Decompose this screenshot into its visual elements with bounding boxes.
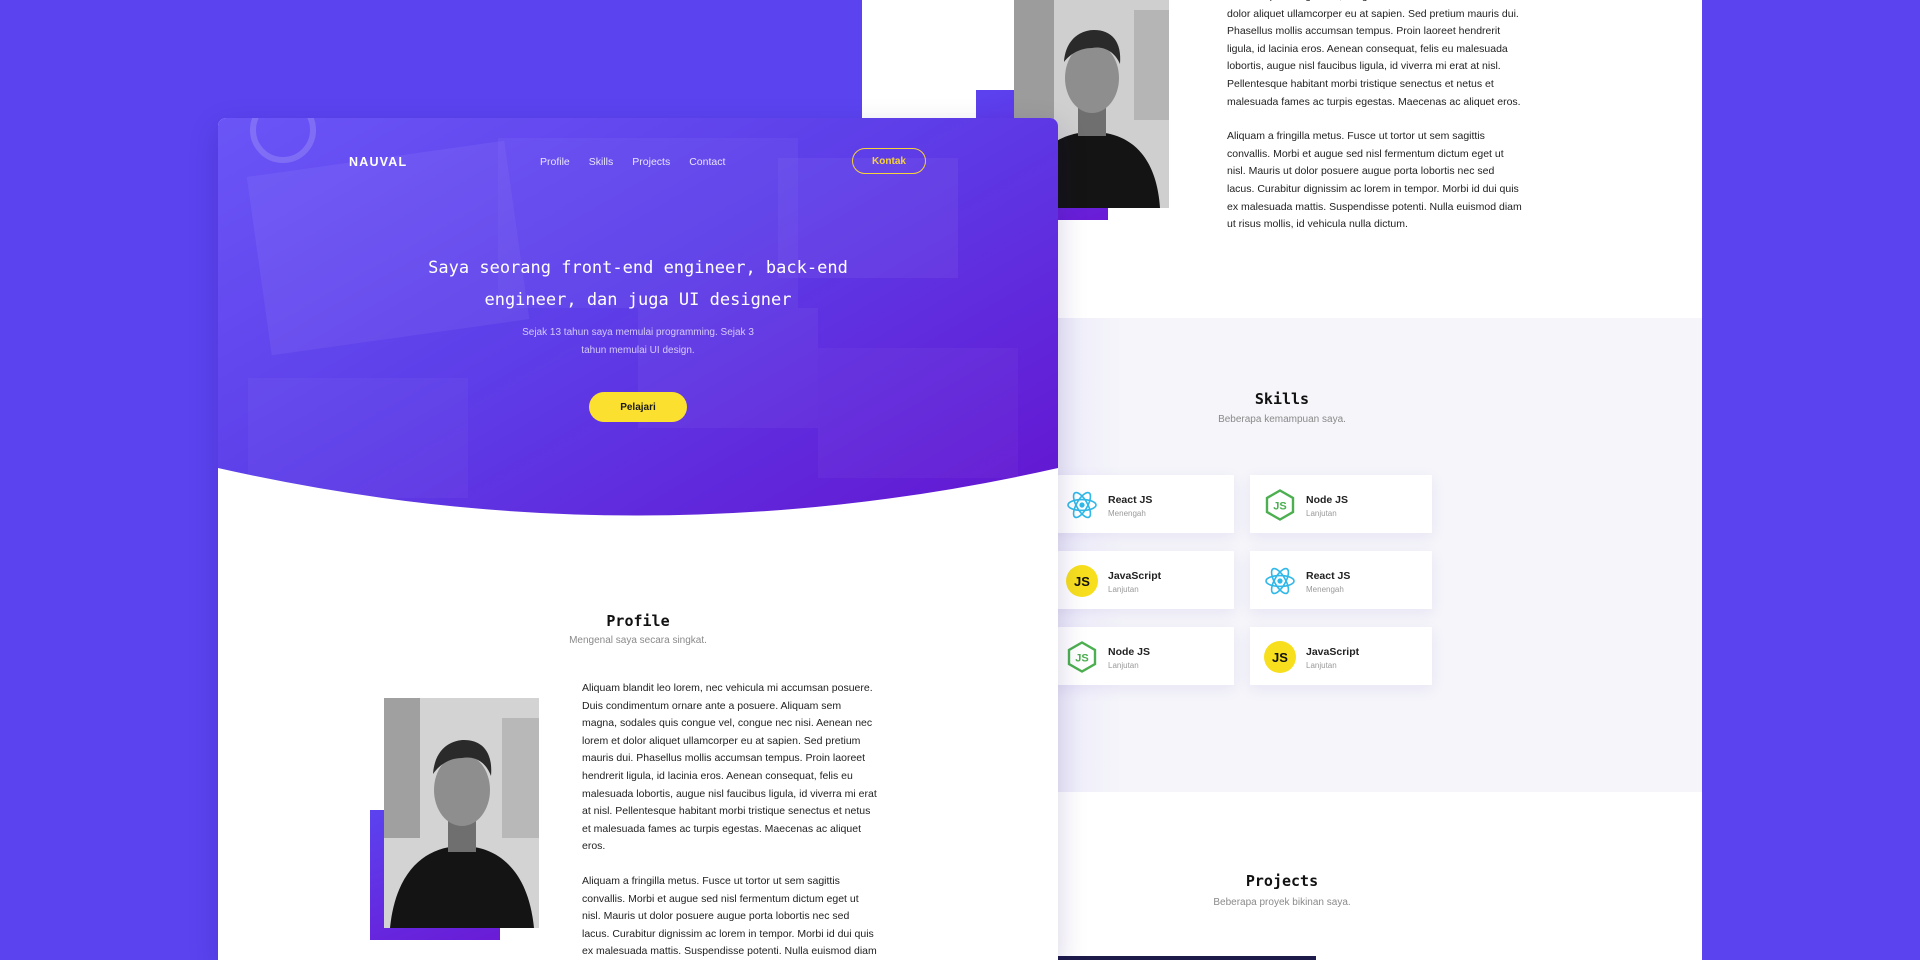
about-paragraph: Aliquam a fringilla metus. Fusce ut tort…: [1227, 130, 1522, 231]
skill-level: Menengah: [1306, 585, 1344, 594]
react-icon: [1066, 489, 1098, 521]
about-paragraph: Aliquam blandit leo lorem, nec vehicula …: [582, 682, 877, 853]
svg-text:JS: JS: [1075, 653, 1088, 665]
profile-about-text: Aliquam blandit leo lorem, nec vehicula …: [582, 680, 878, 960]
skill-name: React JS: [1108, 494, 1153, 506]
skill-card: JS Node JS Lanjutan: [1250, 475, 1432, 533]
hero-subtitle: Sejak 13 tahun saya memulai programming.…: [522, 327, 754, 356]
brand-logo[interactable]: NAUVAL: [349, 155, 407, 169]
skill-card: JS Node JS Lanjutan: [1052, 627, 1234, 685]
javascript-icon: JS: [1264, 641, 1296, 673]
hero-title: Saya seorang front-end engineer, back-en…: [428, 258, 848, 310]
skill-card: React JS Menengah: [1250, 551, 1432, 609]
svg-text:JS: JS: [1272, 650, 1288, 665]
javascript-icon: JS: [1066, 565, 1098, 597]
skill-level: Lanjutan: [1108, 661, 1139, 670]
profile-subtitle: Mengenal saya secara singkat.: [569, 635, 707, 646]
skill-level: Lanjutan: [1306, 509, 1337, 518]
skill-name: Node JS: [1306, 494, 1349, 506]
skill-name: React JS: [1306, 570, 1351, 582]
pelajari-button[interactable]: Pelajari: [589, 392, 687, 422]
skill-name: JavaScript: [1306, 646, 1360, 658]
profile-title: Profile: [606, 612, 670, 630]
nodejs-icon: JS: [1264, 489, 1296, 521]
front-page-preview: NAUVAL Profile Skills Projects Contact K…: [218, 118, 1058, 960]
nav-contact[interactable]: Contact: [689, 156, 725, 168]
hero-curve-divider: [218, 468, 1058, 540]
profile-photo: [384, 698, 539, 928]
back-about-text: sodales quis congue vel, congue nec nisi…: [1227, 0, 1523, 251]
skill-card: JS JavaScript Lanjutan: [1250, 627, 1432, 685]
about-paragraph: sodales quis congue vel, congue nec nisi…: [1227, 0, 1521, 108]
nav-profile[interactable]: Profile: [540, 156, 570, 168]
react-icon: [1264, 565, 1296, 597]
skill-name: Node JS: [1108, 646, 1151, 658]
about-paragraph: Aliquam a fringilla metus. Fusce ut tort…: [582, 874, 877, 958]
kontak-button[interactable]: Kontak: [852, 148, 926, 174]
nav-skills[interactable]: Skills: [589, 156, 614, 168]
skill-level: Lanjutan: [1108, 585, 1139, 594]
hero-section: NAUVAL Profile Skills Projects Contact K…: [218, 118, 1058, 540]
nodejs-icon: JS: [1066, 641, 1098, 673]
project-thumbnail[interactable]: [1056, 956, 1316, 960]
skill-name: JavaScript: [1108, 570, 1162, 582]
skill-card: JS JavaScript Lanjutan: [1052, 551, 1234, 609]
main-nav: Profile Skills Projects Contact: [540, 156, 744, 168]
skill-card: React JS Menengah: [1052, 475, 1234, 533]
skill-level: Lanjutan: [1306, 661, 1337, 670]
svg-text:JS: JS: [1074, 574, 1090, 589]
svg-text:JS: JS: [1273, 501, 1286, 513]
nav-projects[interactable]: Projects: [632, 156, 670, 168]
skill-level: Menengah: [1108, 509, 1146, 518]
